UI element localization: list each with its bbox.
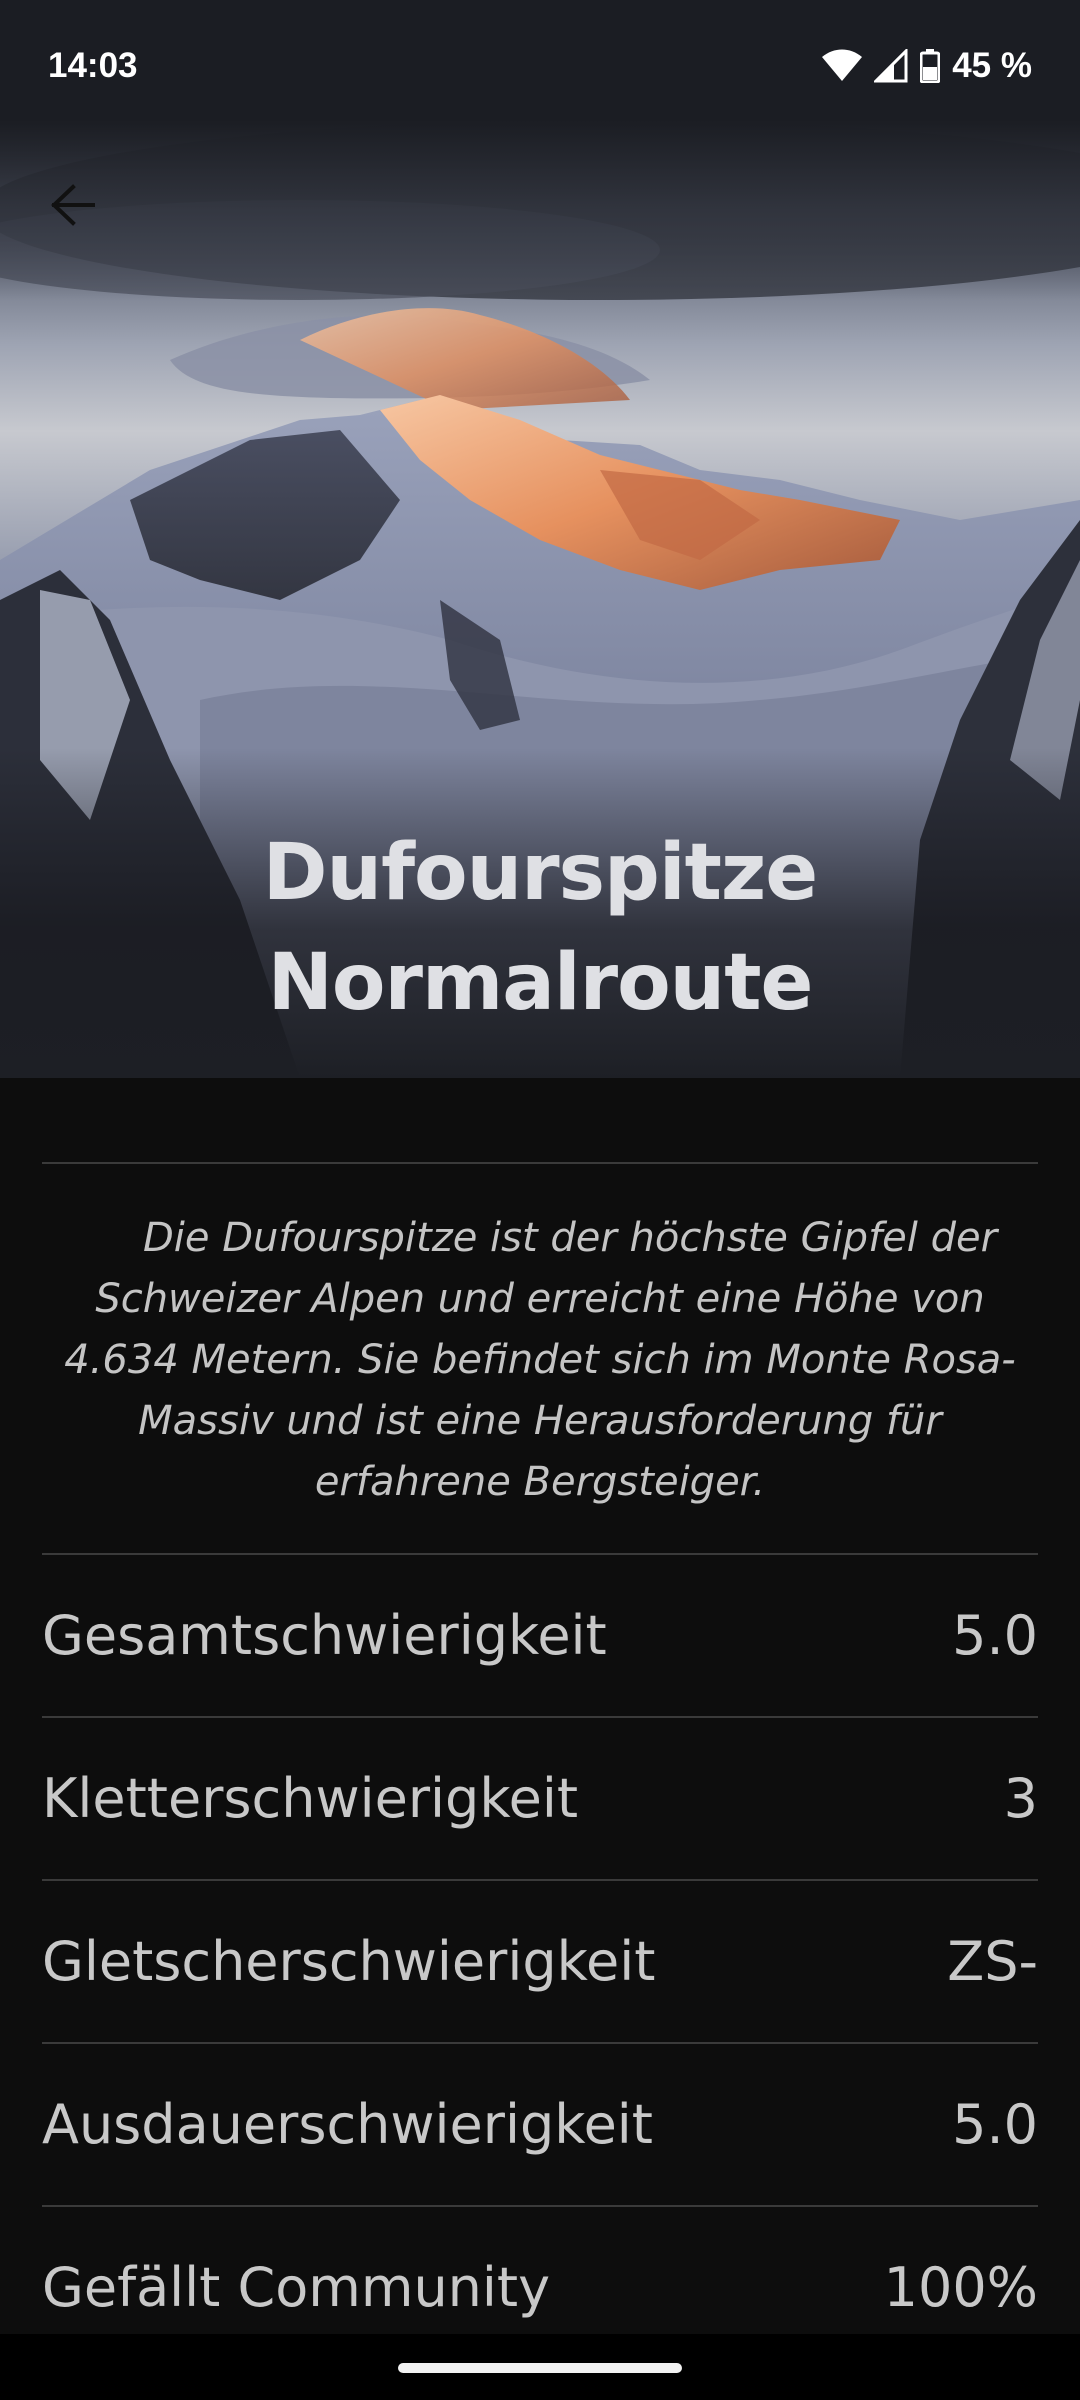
battery-icon [920, 49, 941, 83]
status-icons: 45 % [822, 46, 1032, 86]
home-indicator[interactable] [398, 2363, 682, 2373]
stat-value: 3 [1003, 1767, 1038, 1830]
battery-percent: 45 % [952, 46, 1032, 85]
page-title: Dufourspitze Normalroute [0, 818, 1080, 1038]
route-details: Die Dufourspitze ist der höchste Gipfel … [42, 1162, 1038, 2368]
route-description: Die Dufourspitze ist der höchste Gipfel … [64, 1215, 1016, 1505]
stat-label: Gletscherschwierigkeit [42, 1930, 656, 1993]
arrow-left-icon [51, 184, 95, 226]
stat-value: 100% [883, 2256, 1038, 2319]
signal-icon [874, 49, 908, 83]
stat-row-endurance: Ausdauerschwierigkeit 5.0 [42, 2042, 1038, 2205]
back-button[interactable] [28, 160, 118, 250]
wifi-icon [822, 49, 863, 81]
title-line-1: Dufourspitze [262, 828, 818, 918]
stat-value: ZS- [947, 1930, 1038, 1993]
stat-row-climbing: Kletterschwierigkeit 3 [42, 1716, 1038, 1879]
stat-value: 5.0 [952, 2093, 1038, 2156]
stat-value: 5.0 [952, 1604, 1038, 1667]
stat-label: Ausdauerschwierigkeit [42, 2093, 653, 2156]
stat-label: Gesamtschwierigkeit [42, 1604, 607, 1667]
title-line-2: Normalroute [267, 938, 814, 1028]
hero-image: Dufourspitze Normalroute [0, 0, 1080, 1078]
status-time: 14:03 [48, 46, 138, 85]
stat-row-overall: Gesamtschwierigkeit 5.0 [42, 1553, 1038, 1716]
stat-label: Kletterschwierigkeit [42, 1767, 579, 1830]
status-bar: 14:03 45 % [0, 0, 1080, 132]
stat-row-glacier: Gletscherschwierigkeit ZS- [42, 1879, 1038, 2042]
stat-label: Gefällt Community [42, 2256, 551, 2319]
